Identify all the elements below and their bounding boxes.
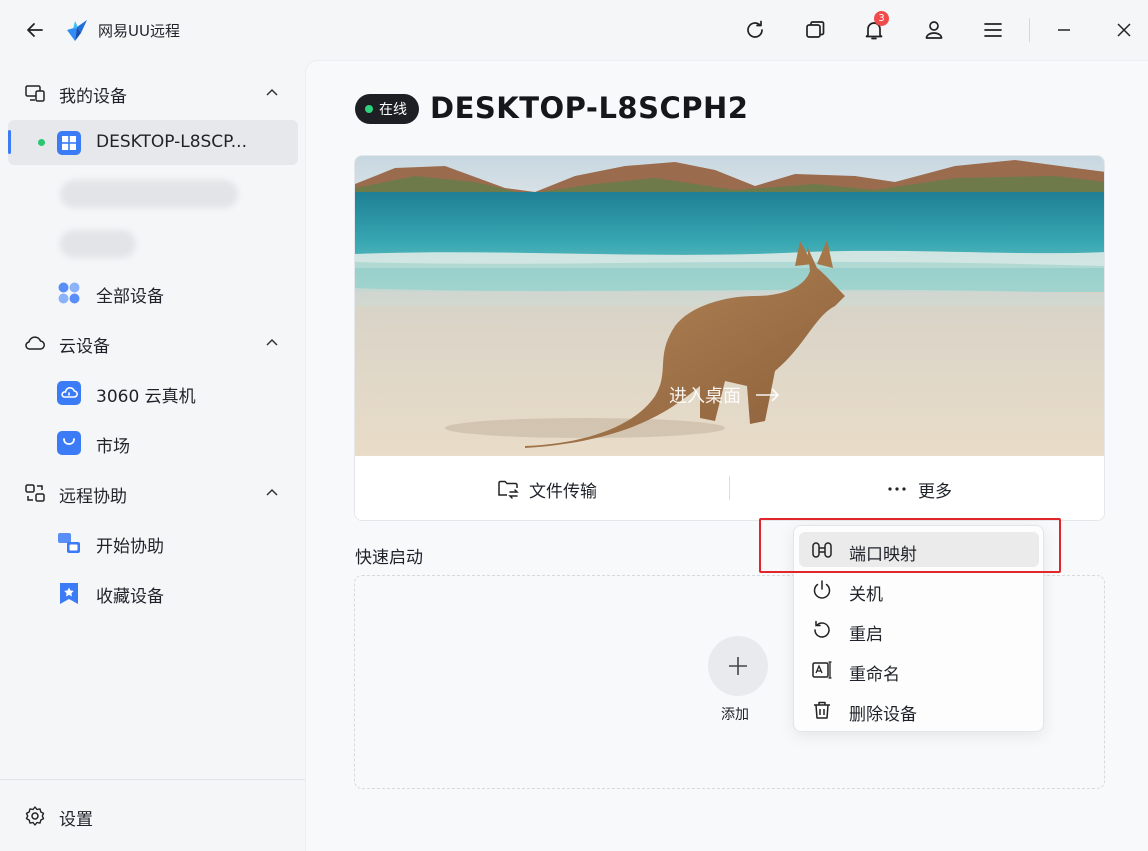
blurred-device-entry[interactable]: [60, 230, 136, 258]
start-assist-icon: [58, 533, 80, 553]
sidebar-item-label: 收藏设备: [96, 587, 164, 607]
add-label: 添加: [721, 707, 749, 723]
sidebar-item-label: DESKTOP-L8SCP...: [96, 132, 247, 152]
group-remote-assist[interactable]: 远程协助: [8, 471, 298, 515]
menu-item-shutdown[interactable]: 关机: [799, 572, 1039, 607]
device-card: 进入桌面 文件传输 更多: [354, 155, 1105, 521]
windows-logo-icon: [57, 131, 81, 155]
quick-launch-title: 快速启动: [355, 548, 423, 568]
ellipsis-icon: [888, 487, 906, 491]
settings-button[interactable]: 设置: [8, 794, 298, 838]
device-detail-panel: 在线 DESKTOP-L8SCPH2 进入桌面 文件传输 更多 快速启动 添加: [305, 60, 1148, 851]
minimize-icon: [1058, 29, 1070, 31]
hamburger-icon: [984, 23, 1002, 37]
file-transfer-label: 文件传输: [529, 481, 597, 502]
account-button[interactable]: [918, 14, 950, 46]
blurred-device-entry[interactable]: [60, 180, 238, 208]
menu-item-rename[interactable]: 重命名: [799, 652, 1039, 687]
file-transfer-button[interactable]: 文件传输: [497, 456, 597, 520]
group-my-devices[interactable]: 我的设备: [8, 71, 298, 115]
menu-item-label: 重命名: [849, 665, 900, 685]
notifications-button[interactable]: 3: [858, 11, 890, 46]
sidebar-item-label: 全部设备: [96, 287, 164, 307]
online-status-dot: [38, 139, 45, 146]
sidebar-item-market[interactable]: 市场: [8, 420, 298, 465]
online-dot: [365, 105, 373, 113]
title-bar-divider: [1029, 18, 1030, 42]
uu-logo-icon: [67, 20, 87, 41]
back-button[interactable]: [19, 14, 51, 46]
close-icon: [1117, 23, 1131, 37]
remote-assist-icon: [25, 484, 45, 502]
multi-window-icon: [806, 21, 825, 38]
menu-item-delete-device[interactable]: 删除设备: [799, 692, 1039, 727]
chevron-up-icon: [266, 488, 278, 496]
menu-item-label: 端口映射: [849, 545, 917, 565]
wallpaper-kangaroo-beach-image: [355, 156, 1104, 456]
actions-divider: [729, 476, 730, 500]
sidebar-divider: [0, 779, 305, 780]
add-quick-launch-button[interactable]: [708, 636, 768, 696]
grid-dots-icon: [58, 282, 80, 304]
windows-button[interactable]: [799, 14, 831, 46]
device-name-title: DESKTOP-L8SCPH2: [430, 91, 749, 125]
sidebar-item-label: 3060 云真机: [96, 387, 196, 407]
sidebar-item-start-assist[interactable]: 开始协助: [8, 520, 298, 565]
sidebar-item-cloud-phone[interactable]: 3060 云真机: [8, 370, 298, 415]
menu-item-label: 删除设备: [849, 705, 917, 725]
user-icon: [925, 21, 943, 39]
cloud-icon: [25, 336, 45, 350]
more-button[interactable]: 更多: [886, 456, 952, 520]
restart-icon: [814, 620, 830, 638]
group-cloud-devices[interactable]: 云设备: [8, 321, 298, 365]
chevron-up-icon: [266, 338, 278, 346]
app-title: 网易UU远程: [98, 22, 180, 40]
group-label: 我的设备: [59, 87, 127, 107]
notification-badge: 3: [874, 11, 889, 26]
sidebar-item-favorites[interactable]: 收藏设备: [8, 570, 298, 615]
sidebar: 我的设备 DESKTOP-L8SCP... 全部设备 云设备 3060 云真机 …: [0, 60, 305, 851]
device-actions-bar: 文件传输 更多: [355, 456, 1104, 520]
sidebar-item-label: 开始协助: [96, 537, 164, 557]
refresh-button[interactable]: [739, 14, 771, 46]
desktop-preview-button[interactable]: 进入桌面: [355, 156, 1104, 456]
folder-transfer-icon: [498, 480, 519, 499]
menu-button[interactable]: [977, 14, 1009, 46]
cloud-phone-icon: [57, 381, 81, 405]
minimize-button[interactable]: [1048, 14, 1080, 46]
enter-desktop-label: 进入桌面: [669, 386, 741, 407]
more-dropdown-menu: 端口映射 关机 重启 重命名 删除设备: [793, 525, 1044, 732]
enter-desktop-link[interactable]: 进入桌面: [669, 382, 781, 408]
chevron-up-icon: [266, 88, 278, 96]
plus-icon: [729, 657, 747, 675]
close-button[interactable]: [1108, 14, 1140, 46]
refresh-icon: [747, 20, 763, 38]
group-label: 云设备: [59, 337, 110, 357]
sidebar-item-all-devices[interactable]: 全部设备: [8, 270, 298, 315]
power-icon: [813, 580, 831, 599]
online-status-badge: 在线: [355, 94, 419, 124]
arrow-left-icon: [27, 23, 43, 37]
active-indicator: [8, 130, 11, 154]
arrow-right-icon: [756, 388, 780, 402]
menu-item-restart[interactable]: 重启: [799, 612, 1039, 647]
menu-item-label: 关机: [849, 585, 883, 605]
trash-icon: [814, 701, 830, 719]
port-mapping-icon: [812, 542, 832, 558]
group-label: 远程协助: [59, 487, 127, 507]
bookmark-star-icon: [60, 583, 78, 604]
menu-item-label: 重启: [849, 625, 883, 645]
settings-label: 设置: [59, 810, 93, 830]
status-text: 在线: [379, 102, 407, 118]
rename-icon: [812, 661, 832, 679]
more-label: 更多: [918, 481, 952, 502]
shopping-bag-icon: [57, 431, 81, 455]
app-window: 网易UU远程 3 我的设备 DESKTOP-L8SCP... 全部设备 云设备 …: [0, 0, 1148, 851]
devices-icon: [25, 85, 45, 102]
title-bar: 网易UU远程 3: [0, 0, 1148, 60]
menu-item-port-mapping[interactable]: 端口映射: [799, 532, 1039, 567]
sidebar-item-desktop-l8scph2[interactable]: DESKTOP-L8SCP...: [8, 120, 298, 165]
sidebar-item-label: 市场: [96, 437, 130, 457]
gear-icon: [25, 806, 45, 826]
